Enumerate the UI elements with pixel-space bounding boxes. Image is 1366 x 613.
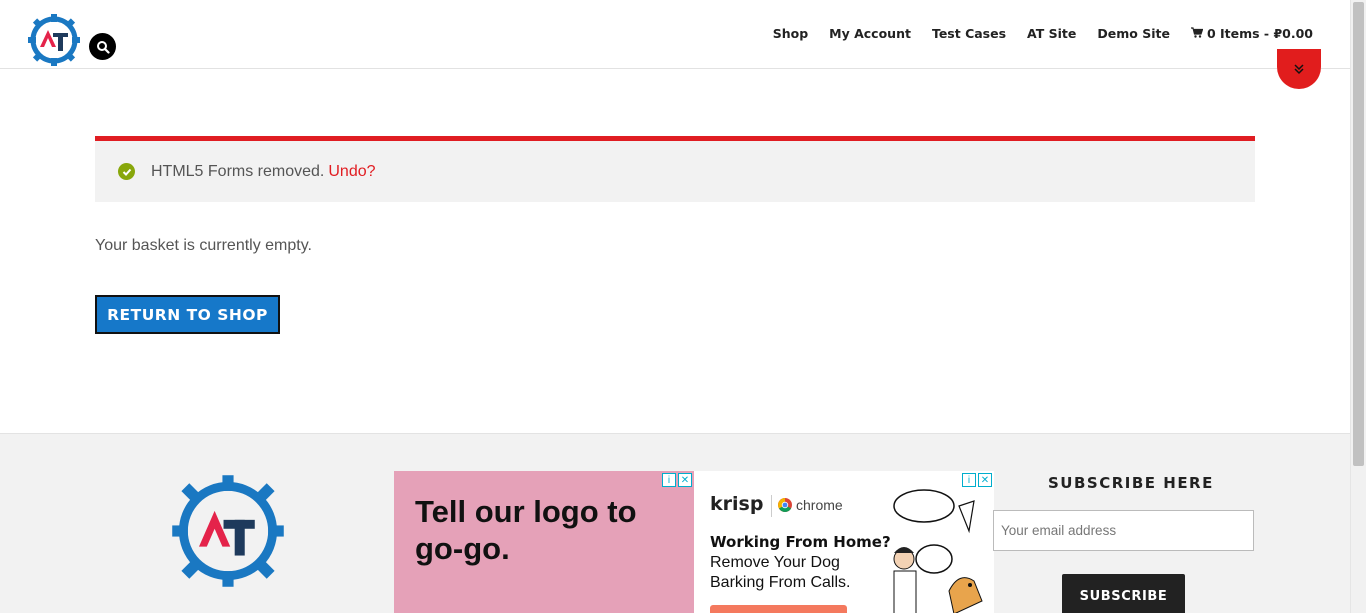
page-scrollbar[interactable] — [1350, 0, 1366, 613]
search-icon — [96, 40, 110, 54]
close-icon[interactable]: ✕ — [978, 473, 992, 487]
email-input[interactable] — [993, 510, 1254, 551]
site-footer: Tell our logo to go-go. i ✕ krisp chrome… — [0, 433, 1350, 613]
return-to-shop-button[interactable]: RETURN TO SHOP — [95, 295, 280, 334]
ad2-brand: krisp — [710, 493, 764, 515]
nav-test-cases[interactable]: Test Cases — [932, 26, 1006, 41]
nav-cart[interactable]: 0 Items - ₽0.00 — [1190, 26, 1313, 41]
ad2-partner-label: chrome — [796, 497, 843, 513]
advertisement-banner-1[interactable]: Tell our logo to go-go. i ✕ — [394, 471, 694, 613]
footer-logo[interactable] — [170, 470, 286, 592]
ad2-cta-button[interactable] — [710, 605, 847, 613]
undo-link[interactable]: Undo? — [328, 163, 375, 181]
nav-at-site[interactable]: AT Site — [1027, 26, 1076, 41]
nav-my-account[interactable]: My Account — [829, 26, 911, 41]
main-nav: Shop My Account Test Cases AT Site Demo … — [752, 26, 1313, 41]
info-icon[interactable]: i — [662, 473, 676, 487]
close-icon[interactable]: ✕ — [678, 473, 692, 487]
cart-label: 0 Items - ₽0.00 — [1206, 26, 1313, 41]
nav-shop[interactable]: Shop — [773, 26, 808, 41]
basket-empty-message: Your basket is currently empty. — [95, 237, 312, 254]
ad2-partner: chrome — [777, 497, 843, 513]
header-toggle-button[interactable] — [1277, 49, 1321, 89]
ad2-divider — [771, 495, 772, 517]
search-button[interactable] — [89, 33, 116, 60]
ad2-subtext: Remove Your Dog Barking From Calls. — [710, 554, 851, 591]
check-circle-icon — [118, 163, 135, 180]
advertisement-banner-2[interactable]: krisp chrome Working From Home? Remove Y… — [694, 471, 994, 613]
subscribe-title: SUBSCRIBE HERE — [1048, 474, 1214, 492]
scrollbar-thumb[interactable] — [1353, 2, 1364, 466]
double-chevron-down-icon — [1294, 64, 1304, 75]
cart-icon — [1190, 27, 1203, 38]
notice-message: HTML5 Forms removed. — [151, 162, 325, 180]
ad-choices[interactable]: i ✕ — [662, 473, 692, 487]
info-icon[interactable]: i — [962, 473, 976, 487]
ad2-choices[interactable]: i ✕ — [962, 473, 992, 487]
chrome-icon — [778, 498, 792, 512]
ad2-illustration — [893, 489, 983, 613]
nav-demo-site[interactable]: Demo Site — [1097, 26, 1170, 41]
success-notice: HTML5 Forms removed. Undo? — [95, 136, 1255, 202]
subscribe-button[interactable]: SUBSCRIBE — [1062, 574, 1185, 613]
site-logo[interactable] — [28, 14, 80, 66]
ad1-text: Tell our logo to go-go. — [415, 494, 637, 567]
site-header: Shop My Account Test Cases AT Site Demo … — [0, 0, 1350, 69]
